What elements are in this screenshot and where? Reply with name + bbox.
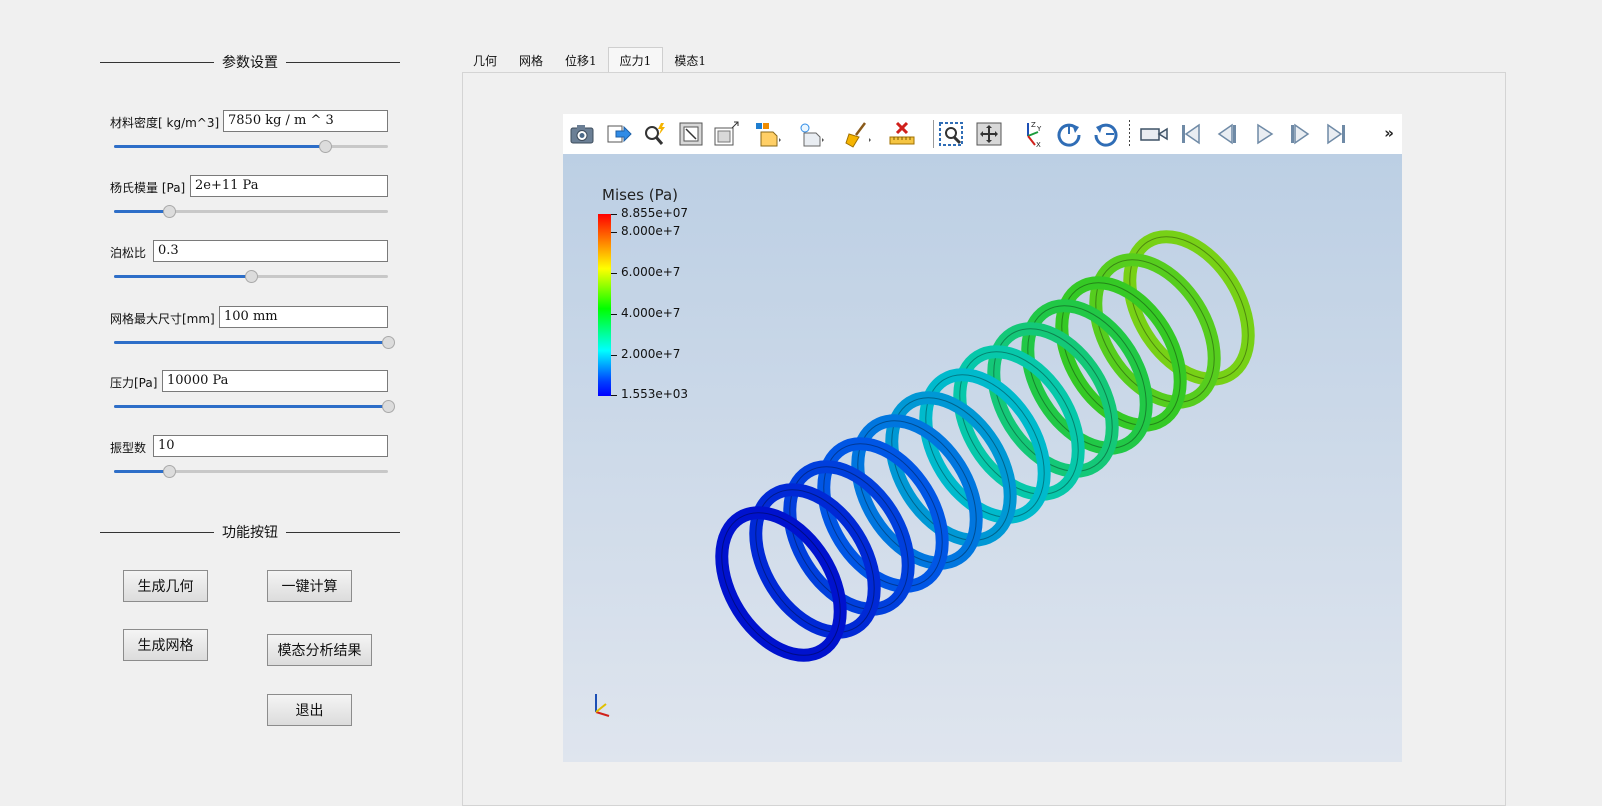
maximize-icon[interactable]	[712, 120, 742, 148]
mode-count-slider[interactable]	[114, 465, 388, 478]
mode-count-slider-handle[interactable]	[162, 465, 176, 478]
svg-text:Y: Y	[1036, 125, 1042, 133]
youngs-modulus-input[interactable]: 2e+11 Pa	[190, 175, 388, 197]
spring-stress-model	[715, 230, 1255, 662]
poisson-ratio-slider-handle[interactable]	[245, 270, 258, 283]
viewer-toolbar: ZY X »	[563, 114, 1402, 154]
youngs-modulus-param: 杨氏模量 [Pa] 2e+11 Pa	[110, 175, 390, 225]
export-icon[interactable]	[604, 120, 634, 148]
probe-icon[interactable]	[640, 120, 670, 148]
mesh-size-slider-handle[interactable]	[382, 336, 395, 349]
generate-mesh-button[interactable]: 生成网格	[123, 629, 208, 661]
vtk-viewer: ZYX » Mises (Pa) 8.855e+07 8.000e+7 6.00…	[563, 114, 1402, 762]
add-object-icon[interactable]	[753, 120, 783, 148]
tab-displacement[interactable]: 位移1	[554, 48, 608, 72]
youngs-modulus-slider-handle[interactable]	[162, 205, 176, 218]
first-frame-icon[interactable]	[1175, 120, 1205, 148]
mesh-size-slider[interactable]	[114, 336, 395, 349]
density-param: 材料密度[ kg/m^3] 7850 kg / m ^ 3	[110, 110, 390, 160]
toolbar-overflow-button[interactable]: »	[1384, 124, 1394, 142]
params-group-title: 参数设置	[100, 52, 400, 72]
generate-geometry-button[interactable]: 生成几何	[123, 570, 208, 602]
poisson-ratio-input[interactable]: 0.3	[153, 240, 388, 262]
prev-frame-icon[interactable]	[1212, 120, 1242, 148]
light-icon[interactable]	[796, 120, 826, 148]
pressure-param: 压力[Pa] 10000 Pa	[110, 370, 395, 420]
orientation-axes-icon	[595, 694, 610, 717]
toolbar-separator	[933, 120, 934, 148]
pressure-input[interactable]: 10000 Pa	[162, 370, 388, 392]
youngs-modulus-slider[interactable]	[114, 205, 388, 218]
poisson-ratio-label: 泊松比	[110, 246, 147, 260]
mesh-size-label: 网格最大尺寸[mm]	[110, 312, 215, 326]
density-label: 材料密度[ kg/m^3]	[110, 116, 220, 130]
render-view[interactable]: Mises (Pa) 8.855e+07 8.000e+7 6.000e+7 4…	[563, 154, 1402, 762]
result-tabs: 几何 网格 位移1 应力1 模态1	[462, 47, 717, 72]
tab-stress[interactable]: 应力1	[607, 47, 664, 72]
clear-icon[interactable]	[843, 120, 873, 148]
exit-button[interactable]: 退出	[267, 694, 352, 726]
mode-count-param: 振型数 10	[110, 435, 390, 485]
params-group-label: 参数设置	[222, 55, 278, 71]
modal-results-button[interactable]: 模态分析结果	[267, 634, 372, 666]
youngs-modulus-label: 杨氏模量 [Pa]	[110, 181, 186, 195]
mesh-size-param: 网格最大尺寸[mm] 100 mm	[110, 306, 395, 356]
poisson-ratio-slider[interactable]	[114, 270, 388, 283]
mesh-size-input[interactable]: 100 mm	[219, 306, 388, 328]
fit-view-icon[interactable]	[676, 120, 706, 148]
poisson-ratio-param: 泊松比 0.3	[110, 240, 390, 290]
ruler-icon[interactable]	[888, 120, 918, 148]
svg-text:X: X	[1036, 141, 1041, 148]
density-input[interactable]: 7850 kg / m ^ 3	[223, 110, 388, 132]
mode-count-input[interactable]: 10	[153, 435, 388, 457]
density-slider-handle[interactable]	[318, 140, 332, 153]
pan-icon[interactable]	[974, 120, 1004, 148]
tab-mesh[interactable]: 网格	[508, 48, 554, 72]
function-group-title: 功能按钮	[100, 522, 400, 542]
toolbar-separator-2	[1129, 120, 1130, 148]
video-camera-icon[interactable]	[1139, 120, 1169, 148]
one-click-compute-button[interactable]: 一键计算	[267, 570, 352, 602]
mode-count-label: 振型数	[110, 441, 147, 455]
pressure-slider[interactable]	[114, 400, 395, 413]
zoom-box-icon[interactable]	[937, 120, 967, 148]
tab-geometry[interactable]: 几何	[462, 48, 508, 72]
rotate-ccw-icon[interactable]	[1091, 120, 1121, 148]
last-frame-icon[interactable]	[1322, 120, 1352, 148]
pressure-slider-handle[interactable]	[382, 400, 395, 413]
next-frame-icon[interactable]	[1285, 120, 1315, 148]
function-group-label: 功能按钮	[222, 525, 278, 541]
density-slider[interactable]	[114, 140, 388, 153]
tab-modal[interactable]: 模态1	[663, 48, 717, 72]
pressure-label: 压力[Pa]	[110, 376, 158, 390]
camera-icon[interactable]	[567, 120, 597, 148]
play-icon[interactable]	[1249, 120, 1279, 148]
axes-orient-icon[interactable]: ZY X	[1018, 120, 1048, 149]
rotate-cw-icon[interactable]	[1054, 120, 1084, 148]
svg-text:Z: Z	[1031, 121, 1036, 129]
